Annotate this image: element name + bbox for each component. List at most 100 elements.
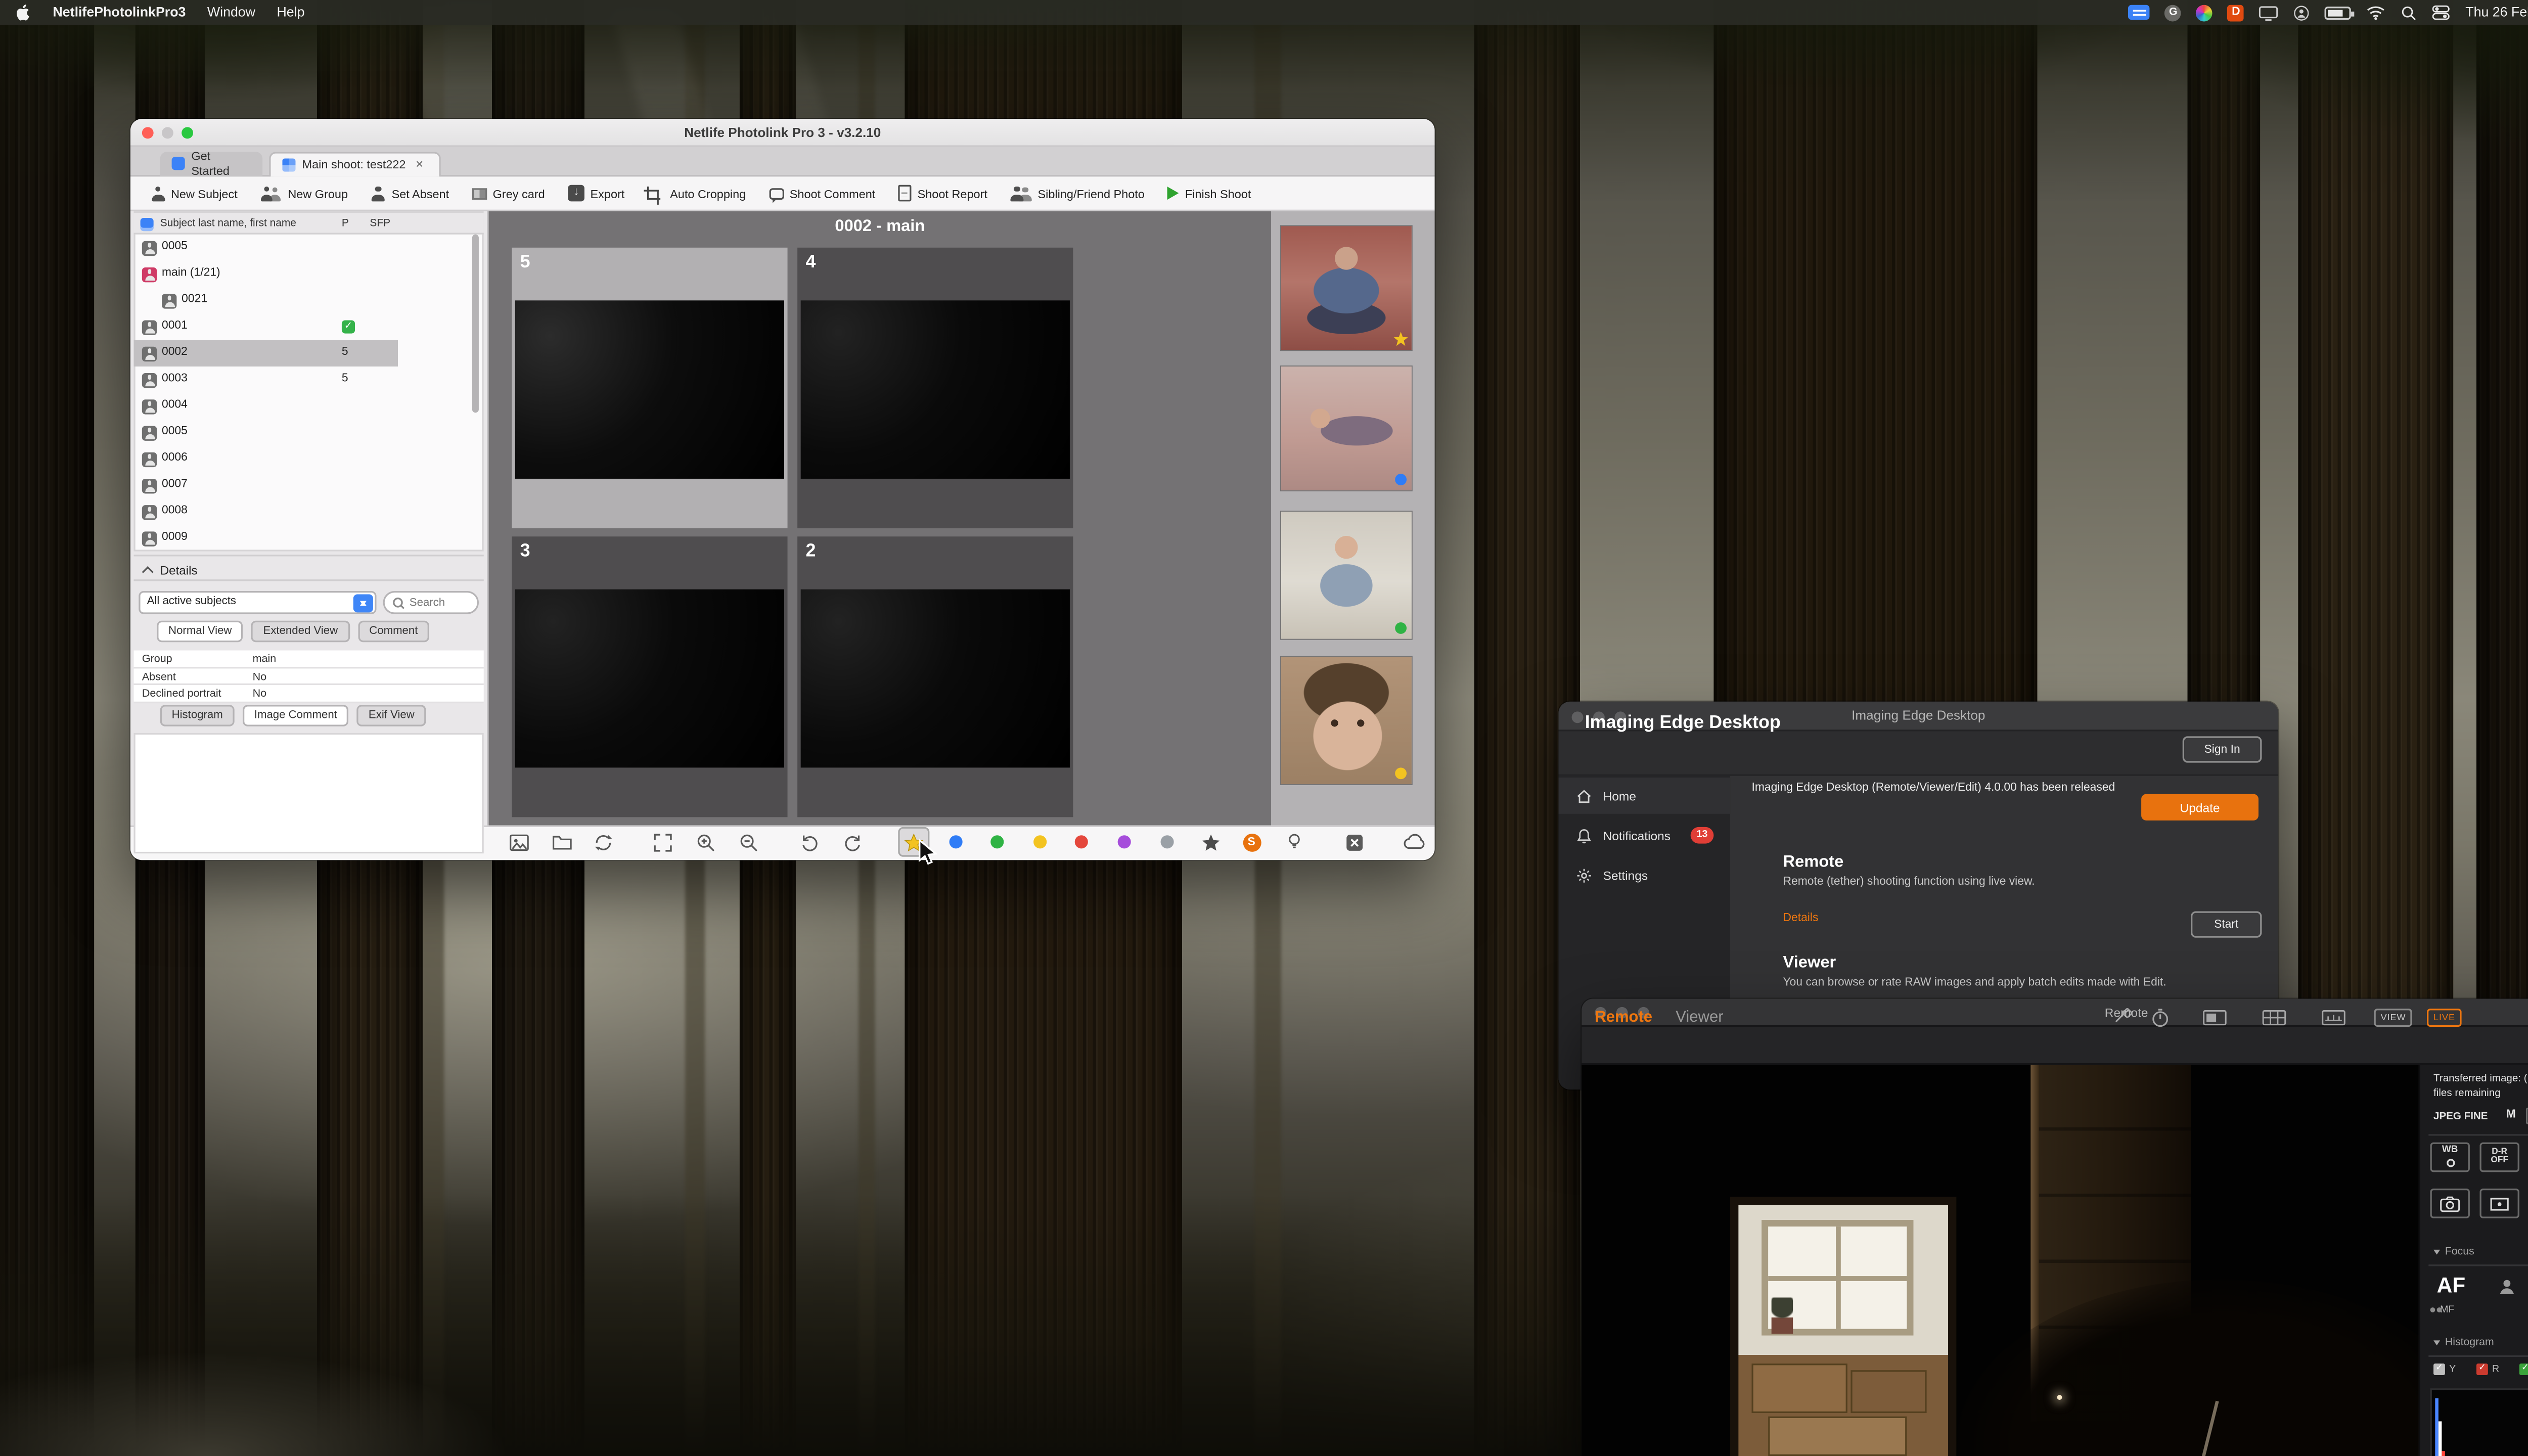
control-center-icon[interactable] — [2432, 5, 2451, 20]
image-comment-box[interactable] — [133, 733, 483, 853]
tab-viewer[interactable]: Viewer — [1676, 1009, 1723, 1027]
tab-main-shoot[interactable]: Main shoot: test222 × — [269, 151, 441, 177]
color-purple-button[interactable] — [1111, 829, 1138, 855]
filmstrip-thumb-3[interactable] — [1281, 512, 1412, 639]
minimize-window-button[interactable] — [162, 127, 173, 139]
subject-row-selected[interactable]: 00025 — [133, 340, 482, 367]
subject-row[interactable]: 0005 — [133, 419, 482, 445]
nav-item-settings[interactable]: Settings — [1558, 857, 1730, 893]
color-red-button[interactable] — [1068, 829, 1095, 855]
apple-menu-icon[interactable] — [17, 4, 31, 22]
tab-get-started[interactable]: Get Started — [160, 151, 262, 177]
zoom-out-icon[interactable] — [735, 829, 761, 855]
set-absent-button[interactable]: Set Absent — [371, 186, 449, 200]
photo-thumbnail[interactable] — [515, 589, 784, 768]
spotlight-icon[interactable] — [2401, 4, 2418, 21]
menu-app-name[interactable]: NetlifePhotolinkPro3 — [53, 5, 186, 20]
dro-button[interactable]: D-R OFF — [2479, 1143, 2519, 1172]
details-header[interactable]: Details — [133, 555, 483, 581]
menu-item-window[interactable]: Window — [207, 5, 255, 20]
tab-comment[interactable]: Comment — [357, 621, 429, 642]
subject-row[interactable]: 0006 — [133, 446, 482, 472]
search-field[interactable] — [383, 591, 479, 614]
live-view[interactable] — [1582, 1065, 2419, 1456]
photo-thumbnail[interactable] — [801, 300, 1070, 479]
new-group-button[interactable]: New Group — [260, 186, 348, 200]
grid-view-icon[interactable] — [2262, 1007, 2286, 1037]
film-frame-icon[interactable] — [2526, 1108, 2528, 1124]
color-app-icon[interactable] — [2196, 4, 2213, 21]
list-scrollbar[interactable] — [472, 235, 479, 413]
face-priority-icon[interactable] — [2496, 1276, 2517, 1306]
sync-icon[interactable] — [590, 829, 616, 855]
close-tab-icon[interactable]: × — [416, 157, 423, 172]
photo-cell-2[interactable]: 2 — [797, 536, 1073, 817]
zoom-in-icon[interactable] — [692, 829, 718, 855]
subject-row[interactable]: 0005 — [133, 235, 482, 261]
subject-row[interactable]: 0009 — [133, 525, 482, 551]
focus-section-header[interactable]: Focus — [2433, 1246, 2474, 1258]
photo-cell-5[interactable]: 5 — [512, 248, 787, 528]
sibling-friend-photo-button[interactable]: Sibling/Friend Photo — [1011, 186, 1145, 200]
display-layout-icon[interactable] — [2202, 1007, 2227, 1037]
photo-thumbnail[interactable] — [801, 589, 1070, 768]
start-button[interactable]: Start — [2191, 911, 2262, 937]
subject-filter-dropdown[interactable]: All active subjects — [139, 591, 376, 614]
details-link[interactable]: Details — [1783, 913, 1819, 925]
live-button[interactable]: LIVE — [2427, 1009, 2462, 1027]
display-icon[interactable] — [2259, 4, 2279, 21]
exposure-meter-icon[interactable] — [2321, 1007, 2346, 1037]
filmstrip-thumb-4[interactable] — [1281, 657, 1412, 784]
tether-icon[interactable] — [2113, 1007, 2135, 1037]
menu-item-help[interactable]: Help — [277, 5, 304, 20]
battery-icon[interactable] — [2325, 6, 2352, 19]
picture-icon[interactable] — [505, 829, 531, 855]
fullscreen-icon[interactable] — [649, 829, 675, 855]
folder-icon[interactable] — [548, 829, 574, 855]
subject-row[interactable]: 0007 — [133, 472, 482, 498]
new-subject-button[interactable]: New Subject — [150, 186, 238, 200]
shoot-report-button[interactable]: Shoot Report — [898, 185, 987, 202]
timer-icon[interactable] — [2149, 1007, 2171, 1037]
metering-button[interactable] — [2479, 1189, 2519, 1218]
quality-label[interactable]: JPEG FINE — [2433, 1111, 2488, 1123]
input-source-icon[interactable] — [2129, 5, 2150, 20]
camera-mode-button[interactable] — [2430, 1189, 2470, 1218]
subject-row[interactable]: 00035 — [133, 367, 482, 393]
wifi-icon[interactable] — [2366, 5, 2386, 20]
tab-histogram[interactable]: Histogram — [160, 705, 235, 726]
subject-row[interactable]: 0021 — [133, 287, 482, 313]
photo-cell-3[interactable]: 3 — [512, 536, 787, 817]
view-button[interactable]: VIEW — [2374, 1009, 2413, 1027]
channel-y-checkbox[interactable]: Y — [2433, 1363, 2456, 1375]
column-sfp[interactable]: SFP — [370, 218, 390, 230]
color-green-button[interactable] — [984, 829, 1010, 855]
size-label[interactable]: M — [2506, 1109, 2516, 1121]
d-app-icon[interactable]: D — [2228, 4, 2244, 21]
grey-card-button[interactable]: Grey card — [472, 186, 545, 200]
delete-icon[interactable] — [1340, 829, 1367, 855]
photo-thumbnail[interactable] — [515, 300, 784, 479]
channel-g-checkbox[interactable]: G — [2519, 1363, 2528, 1375]
star-dark-button[interactable] — [1197, 829, 1223, 855]
export-button[interactable]: Export — [568, 185, 624, 202]
auto-cropping-button[interactable]: Auto Cropping — [648, 186, 746, 200]
lightbulb-icon[interactable] — [1281, 829, 1307, 855]
finish-shoot-button[interactable]: Finish Shoot — [1168, 186, 1251, 200]
tab-remote[interactable]: Remote — [1595, 1009, 1652, 1027]
color-gray-button[interactable] — [1154, 829, 1180, 855]
channel-r-checkbox[interactable]: R — [2476, 1363, 2499, 1375]
tab-extended-view[interactable]: Extended View — [252, 621, 349, 642]
cloud-icon[interactable] — [1402, 829, 1428, 855]
g-status-icon[interactable]: G — [2165, 4, 2182, 21]
color-yellow-button[interactable] — [1027, 829, 1053, 855]
window-titlebar[interactable]: Netlife Photolink Pro 3 - v3.2.10 — [130, 119, 1435, 147]
subject-row[interactable]: 0001 — [133, 313, 482, 340]
filmstrip-thumb-1[interactable] — [1281, 226, 1412, 350]
tab-exif-view[interactable]: Exif View — [357, 705, 426, 726]
subject-list-header[interactable]: Subject last name, first name P SFP — [133, 213, 483, 234]
rotate-ccw-icon[interactable] — [796, 829, 822, 855]
filmstrip-thumb-2[interactable] — [1281, 367, 1412, 490]
search-input[interactable] — [410, 597, 472, 608]
histogram-section-header[interactable]: Histogram — [2433, 1337, 2494, 1349]
